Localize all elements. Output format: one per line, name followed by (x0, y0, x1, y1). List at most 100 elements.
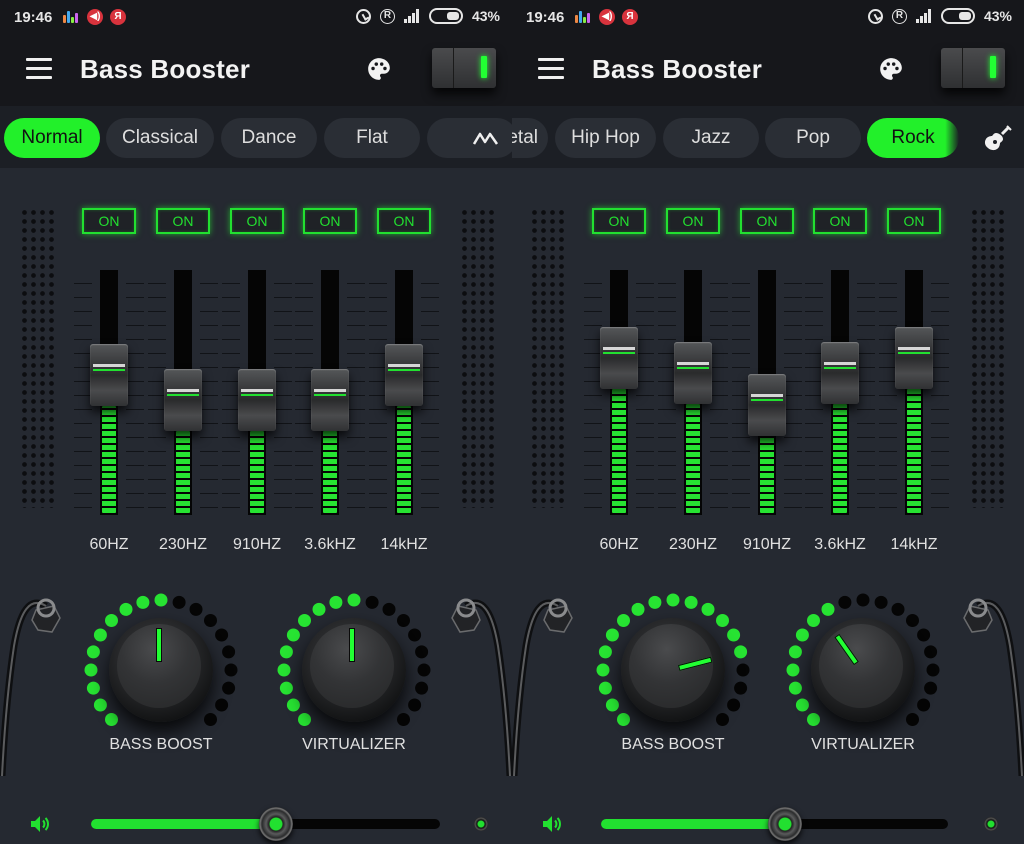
knob-led-dot (136, 595, 150, 609)
tab-jazz[interactable]: Jazz (663, 118, 759, 158)
knob-led-dot (312, 602, 326, 616)
band-on-toggle[interactable]: ON (887, 208, 941, 234)
band-on-toggle[interactable]: ON (82, 208, 136, 234)
knob-led-dot (408, 698, 422, 712)
palette-icon[interactable] (878, 56, 904, 82)
band-on-toggle[interactable]: ON (813, 208, 867, 234)
knob-led-dot (84, 663, 98, 677)
eq-band-slider[interactable] (805, 270, 875, 520)
band-on-toggle[interactable]: ON (666, 208, 720, 234)
eq-track[interactable] (610, 270, 628, 515)
audio-cable-left (0, 598, 61, 776)
knob-led-dot (105, 713, 118, 726)
knob-led-dot (189, 602, 203, 616)
eq-band-slider[interactable] (658, 270, 728, 520)
eq-band-slider[interactable] (369, 270, 439, 520)
knob-led-dot (105, 614, 118, 627)
knob-body[interactable] (621, 618, 725, 722)
eq-band-slider[interactable] (584, 270, 654, 520)
yandex-notif-icon: Я (622, 9, 638, 25)
virtualizer-knob[interactable] (783, 588, 943, 748)
eq-handle[interactable] (385, 344, 423, 407)
knob-body[interactable] (109, 618, 213, 722)
eq-level-fill (176, 430, 190, 513)
custom-wave-icon[interactable] (472, 124, 502, 154)
eq-handle[interactable] (895, 327, 933, 390)
tab-dance[interactable]: Dance (221, 118, 317, 158)
volume-thumb[interactable] (767, 807, 802, 841)
eq-band-slider[interactable] (148, 270, 218, 520)
tab-rock[interactable]: Rock (867, 118, 959, 158)
eq-handle[interactable] (674, 341, 712, 404)
eq-band-slider[interactable] (74, 270, 144, 520)
eq-handle[interactable] (238, 368, 276, 431)
knob-cap (819, 624, 903, 708)
knob-led-dot (838, 595, 852, 609)
knob-led-dot (93, 628, 107, 642)
bass-boost-knob[interactable] (593, 588, 753, 748)
audio-cable-right (963, 598, 1024, 776)
knob-led-dot (329, 595, 343, 609)
tab-pop[interactable]: Pop (765, 118, 861, 158)
tab-hip-hop[interactable]: Hip Hop (555, 118, 656, 158)
eq-band-slider[interactable] (879, 270, 949, 520)
equalizer-panel: BASS BOOST VIRTUALIZER ON 60HZ ON 230HZ ON 91… (0, 168, 512, 844)
speaker-icon[interactable] (28, 812, 52, 836)
volume-slider[interactable] (601, 807, 948, 841)
knob-led-dot (666, 593, 680, 607)
speaker-grille-right (460, 208, 496, 508)
eq-handle[interactable] (748, 373, 786, 436)
band-on-toggle[interactable]: ON (377, 208, 431, 234)
tab-flat[interactable]: Flat (324, 118, 420, 158)
eq-band-slider[interactable] (222, 270, 292, 520)
volume-slider[interactable] (91, 807, 440, 841)
eq-handle[interactable] (90, 344, 128, 407)
eq-band-slider[interactable] (295, 270, 365, 520)
eq-band-slider[interactable] (732, 270, 802, 520)
eq-track[interactable] (905, 270, 923, 515)
knob-led-dot (222, 645, 236, 659)
eq-handle[interactable] (821, 341, 859, 404)
knob-led-dot (788, 645, 802, 659)
eq-level-fill (686, 403, 700, 513)
eq-handle[interactable] (600, 327, 638, 390)
eq-handle[interactable] (164, 368, 202, 431)
screen-rock-preset: 19:46 ◀) Я R 43% Bass Booster etal Hip H… (512, 0, 1024, 844)
hamburger-menu-icon[interactable] (26, 58, 52, 80)
bass-boost-knob[interactable] (81, 588, 241, 748)
virtualizer-knob[interactable] (274, 588, 434, 748)
knob-led-dot (204, 614, 217, 627)
band-on-toggle[interactable]: ON (156, 208, 210, 234)
band-on-toggle[interactable]: ON (592, 208, 646, 234)
knob-led-dot (415, 645, 429, 659)
knob-body[interactable] (302, 618, 406, 722)
speaker-grille-left (20, 208, 56, 508)
eq-handle[interactable] (311, 368, 349, 431)
knob-led-dot (408, 628, 422, 642)
eq-level-fill (833, 403, 847, 513)
guitar-icon[interactable] (982, 124, 1012, 154)
power-toggle-switch[interactable] (432, 48, 496, 88)
knob-led-dot (415, 681, 429, 695)
knob-led-dot (786, 663, 800, 677)
hamburger-menu-icon[interactable] (538, 58, 564, 80)
tab-classical[interactable]: Classical (106, 118, 214, 158)
speaker-icon[interactable] (540, 812, 564, 836)
band-on-toggle[interactable]: ON (303, 208, 357, 234)
volume-thumb[interactable] (258, 807, 293, 841)
knob-led-dot (856, 593, 870, 607)
knob-led-dot (891, 602, 905, 616)
knob-led-dot (701, 602, 715, 616)
power-toggle-switch[interactable] (941, 48, 1005, 88)
band-on-toggle[interactable]: ON (230, 208, 284, 234)
knob-led-dot (906, 614, 919, 627)
tab-metal[interactable]: etal (512, 118, 548, 158)
yandex-notif-icon: Я (110, 9, 126, 25)
knob-body[interactable] (811, 618, 915, 722)
palette-icon[interactable] (366, 56, 392, 82)
knob-led-dot (716, 614, 729, 627)
eq-band-label: 3.6kHZ (304, 536, 356, 553)
tab-normal[interactable]: Normal (4, 118, 100, 158)
bass-boost-label: BASS BOOST (109, 736, 213, 753)
band-on-toggle[interactable]: ON (740, 208, 794, 234)
